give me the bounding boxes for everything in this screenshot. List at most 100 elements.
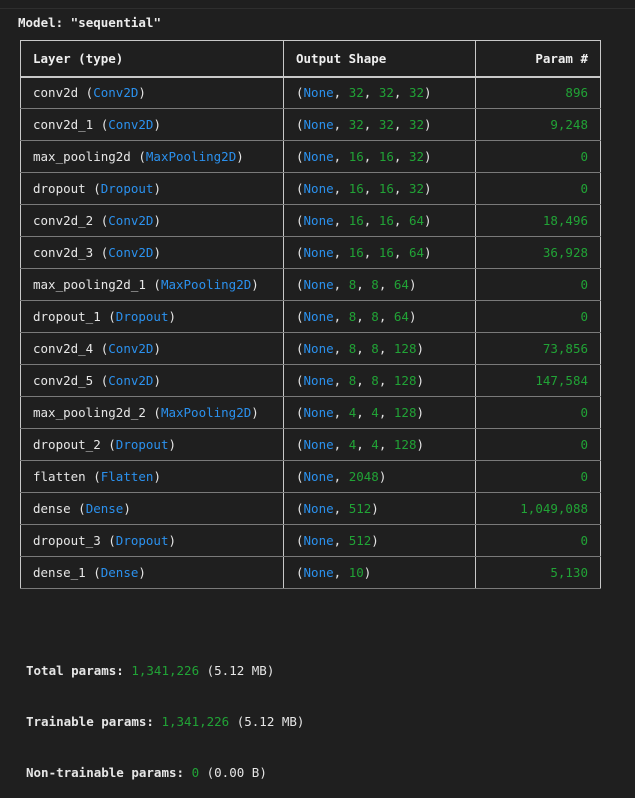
param-totals: Total params: 1,341,226 (5.12 MB) Traina…	[26, 628, 304, 798]
punctuation: (	[296, 245, 304, 260]
batch-dim: None	[303, 309, 334, 324]
layer-type: Dense	[85, 501, 124, 516]
shape-dim: 16	[348, 181, 364, 196]
punctuation: ,	[363, 245, 379, 260]
layer-cell: conv2d_1 (Conv2D)	[20, 108, 284, 141]
punctuation: (	[93, 373, 109, 388]
punctuation: )	[424, 181, 432, 196]
punctuation: (	[296, 213, 304, 228]
layer-name: dense_1	[33, 565, 86, 580]
table-row: dropout_2 (Dropout) (None, 4, 4, 128) 0	[20, 428, 601, 461]
shape-dim: 4	[371, 437, 379, 452]
shape-dim: 16	[378, 245, 394, 260]
layer-name: dropout_3	[33, 533, 101, 548]
output-shape-cell: (None, 16, 16, 32)	[283, 172, 476, 205]
param-count-cell: 0	[475, 396, 601, 429]
layer-type: MaxPooling2D	[160, 405, 252, 420]
layer-cell: conv2d_2 (Conv2D)	[20, 204, 284, 237]
shape-dim: 512	[348, 501, 372, 516]
punctuation: )	[153, 469, 161, 484]
shape-dim: 32	[348, 85, 364, 101]
batch-dim: None	[303, 85, 334, 101]
batch-dim: None	[303, 277, 334, 292]
output-shape-cell: (None, 16, 16, 64)	[283, 236, 476, 269]
punctuation: (	[93, 213, 109, 228]
batch-dim: None	[303, 565, 334, 580]
shape-dim: 64	[408, 245, 425, 260]
punctuation: )	[168, 437, 177, 452]
output-shape-cell: (None, 4, 4, 128)	[283, 396, 476, 429]
punctuation: ,	[378, 341, 394, 356]
layer-type: Conv2D	[108, 245, 154, 260]
punctuation: )	[153, 213, 161, 228]
punctuation: )	[251, 277, 259, 292]
shape-dim: 16	[378, 149, 394, 164]
punctuation: ,	[363, 149, 379, 164]
punctuation: (	[296, 405, 304, 420]
punctuation: (	[85, 181, 101, 196]
shape-dim: 16	[348, 213, 364, 228]
punctuation: (	[70, 501, 86, 516]
punctuation: ,	[333, 277, 349, 292]
punctuation: ,	[333, 213, 349, 228]
layer-name: max_pooling2d	[33, 149, 131, 164]
punctuation: ,	[363, 117, 379, 132]
punctuation: ,	[333, 341, 349, 356]
param-count-cell: 18,496	[475, 204, 601, 237]
layer-cell: dropout_2 (Dropout)	[20, 428, 284, 461]
punctuation: ,	[393, 245, 409, 260]
layer-type: MaxPooling2D	[145, 149, 237, 164]
layer-type: Dense	[100, 565, 139, 580]
punctuation: (	[296, 181, 304, 196]
layer-name: dense	[33, 501, 71, 516]
output-shape-cell: (None, 8, 8, 128)	[283, 364, 476, 397]
punctuation: (	[296, 373, 304, 388]
layer-cell: max_pooling2d_1 (MaxPooling2D)	[20, 268, 284, 301]
batch-dim: None	[303, 149, 334, 164]
batch-dim: None	[303, 341, 334, 356]
table-row: conv2d_2 (Conv2D) (None, 16, 16, 64) 18,49…	[20, 204, 601, 237]
layer-name: conv2d_3	[33, 245, 94, 260]
punctuation: ,	[333, 149, 349, 164]
layer-type: Dropout	[115, 309, 169, 324]
layer-cell: dropout_3 (Dropout)	[20, 524, 284, 557]
punctuation: (	[100, 533, 116, 548]
shape-dim: 4	[371, 405, 379, 420]
punctuation: (	[93, 245, 109, 260]
shape-dim: 32	[408, 85, 425, 101]
punctuation: )	[138, 85, 146, 101]
punctuation: (	[296, 277, 304, 292]
punctuation: ,	[393, 149, 409, 164]
punctuation: )	[416, 405, 424, 420]
punctuation: (	[93, 341, 109, 356]
batch-dim: None	[303, 501, 334, 516]
table-row: max_pooling2d_2 (MaxPooling2D) (None, 4, …	[20, 396, 601, 429]
shape-dim: 2048	[348, 469, 379, 484]
table-row: conv2d_3 (Conv2D) (None, 16, 16, 64) 36,92…	[20, 236, 601, 269]
punctuation: ,	[333, 85, 349, 101]
model-title: Model: "sequential"	[18, 15, 161, 30]
total-params-size: (5.12 MB)	[199, 663, 275, 678]
punctuation: )	[138, 565, 146, 580]
punctuation: ,	[333, 501, 349, 516]
non-trainable-params-line: Non-trainable params: 0 (0.00 B)	[26, 764, 304, 781]
layer-cell: conv2d (Conv2D)	[20, 76, 284, 109]
punctuation: (	[296, 149, 304, 164]
punctuation: )	[153, 341, 161, 356]
param-count-header: Param #	[475, 40, 601, 78]
param-count-cell: 36,928	[475, 236, 601, 269]
punctuation: ,	[356, 277, 372, 292]
shape-dim: 128	[393, 341, 417, 356]
shape-dim: 128	[393, 373, 417, 388]
trainable-params-size: (5.12 MB)	[229, 714, 305, 729]
batch-dim: None	[303, 213, 334, 228]
total-params-value: 1,341,226	[131, 663, 200, 678]
batch-dim: None	[303, 437, 334, 452]
punctuation: ,	[356, 341, 372, 356]
output-shape-cell: (None, 8, 8, 128)	[283, 332, 476, 365]
param-count-cell: 147,584	[475, 364, 601, 397]
punctuation: )	[424, 117, 432, 132]
punctuation: ,	[333, 373, 349, 388]
output-shape-cell: (None, 512)	[283, 492, 476, 525]
layer-type: Conv2D	[108, 117, 154, 132]
